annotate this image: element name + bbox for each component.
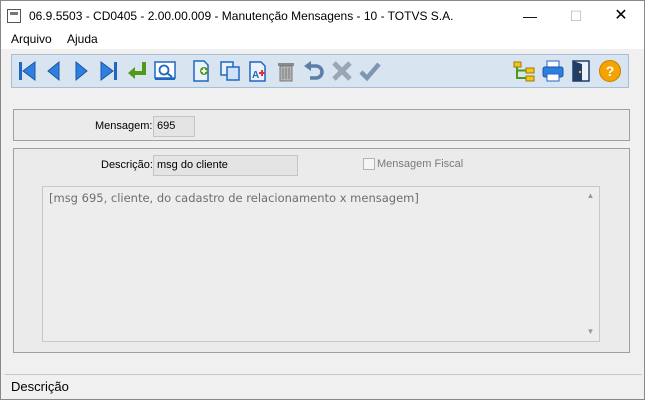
mensagem-field[interactable]: 695 <box>153 116 195 137</box>
scroll-up-icon[interactable]: ▲ <box>582 189 599 203</box>
search-icon <box>154 61 176 80</box>
menu-arquivo[interactable]: Arquivo <box>11 32 52 46</box>
copy-icon <box>220 61 240 81</box>
trash-icon <box>278 63 294 82</box>
exit-door-icon <box>572 60 590 82</box>
edit-record-button[interactable]: A <box>246 59 270 83</box>
copy-record-button[interactable] <box>218 59 242 83</box>
new-record-button[interactable] <box>189 59 213 83</box>
first-record-icon <box>19 61 36 81</box>
app-icon <box>7 9 21 23</box>
delete-record-button[interactable] <box>274 59 298 83</box>
printer-icon <box>542 60 564 82</box>
maximize-button[interactable]: ☐ <box>553 1 599 31</box>
next-record-icon <box>75 60 88 82</box>
mensagem-fiscal-label: Mensagem Fiscal <box>377 158 464 170</box>
save-button[interactable] <box>358 59 382 83</box>
edit-document-icon: A <box>249 61 266 82</box>
descricao-field[interactable]: msg do cliente <box>153 155 298 176</box>
toolbar: A ? <box>11 54 629 88</box>
status-bar: Descrição <box>5 374 642 398</box>
goto-record-button[interactable] <box>125 59 149 83</box>
window-title: 06.9.5503 - CD0405 - 2.00.00.009 - Manut… <box>29 9 454 23</box>
mensagem-label: Mensagem: <box>95 120 153 132</box>
search-button[interactable] <box>153 59 177 83</box>
next-record-button[interactable] <box>69 59 93 83</box>
exit-button[interactable] <box>569 59 593 83</box>
status-text: Descrição <box>11 379 69 394</box>
scroll-down-icon[interactable]: ▼ <box>582 325 599 339</box>
message-text: [msg 695, cliente, do cadastro de relaci… <box>49 191 419 205</box>
message-text-area[interactable]: [msg 695, cliente, do cadastro de relaci… <box>42 186 600 342</box>
cancel-button[interactable] <box>330 59 354 83</box>
print-button[interactable] <box>541 59 565 83</box>
tree-view-button[interactable] <box>512 59 536 83</box>
checkmark-icon <box>359 62 381 82</box>
new-document-icon <box>193 60 209 82</box>
last-record-icon <box>100 61 117 81</box>
help-button[interactable]: ? <box>598 59 622 83</box>
menu-ajuda[interactable]: Ajuda <box>67 32 98 46</box>
tree-structure-icon <box>513 61 535 82</box>
previous-record-button[interactable] <box>42 59 66 83</box>
close-button[interactable]: ✕ <box>598 1 644 31</box>
goto-arrow-icon <box>128 62 146 79</box>
menu-bar: Arquivo Ajuda <box>1 31 644 49</box>
cancel-x-icon <box>332 61 352 81</box>
application-window: 06.9.5503 - CD0405 - 2.00.00.009 - Manut… <box>0 0 645 400</box>
svg-text:?: ? <box>606 63 615 79</box>
previous-record-icon <box>47 60 60 82</box>
mensagem-fiscal-checkbox[interactable] <box>363 158 375 170</box>
title-bar: 06.9.5503 - CD0405 - 2.00.00.009 - Manut… <box>1 1 644 31</box>
minimize-button[interactable]: — <box>507 1 553 31</box>
last-record-button[interactable] <box>97 59 121 83</box>
undo-icon <box>304 61 324 80</box>
help-question-icon: ? <box>599 60 621 82</box>
descricao-label: Descrição: <box>101 159 153 171</box>
first-record-button[interactable] <box>15 59 39 83</box>
vertical-scrollbar[interactable]: ▲ ▼ <box>582 187 599 341</box>
svg-text:A: A <box>252 70 259 81</box>
undo-button[interactable] <box>302 59 326 83</box>
